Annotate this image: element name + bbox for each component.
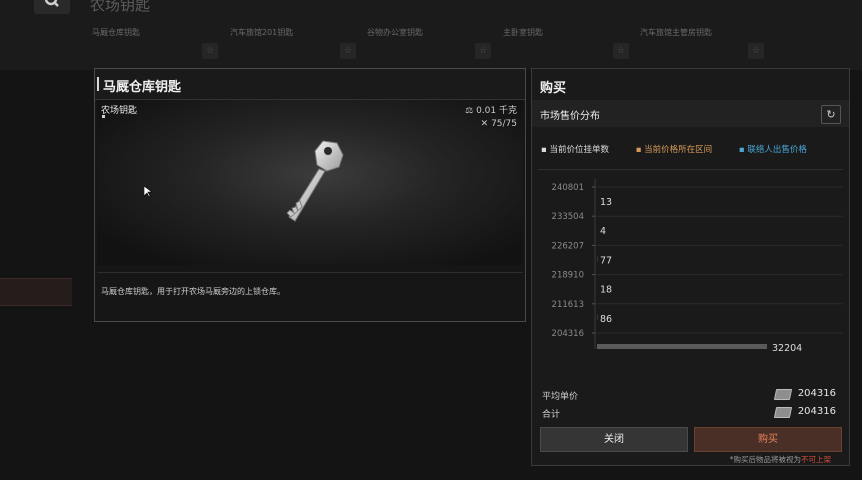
item-header: 马厩仓库钥匙 xyxy=(95,69,525,100)
item-weight: ⚖ 0.01 千克 xyxy=(465,103,517,116)
item-durability: ✕ 75/75 xyxy=(481,119,517,129)
bar-value-label: 4 xyxy=(600,226,606,237)
tick-label: 226207 xyxy=(552,241,584,251)
search-button[interactable] xyxy=(34,0,70,14)
wrench-icon: ✕ xyxy=(480,119,492,129)
notice-highlight: 不可上架 xyxy=(801,455,831,464)
market-title: 市场售价分布 xyxy=(540,111,600,122)
star-icon[interactable]: ☆ xyxy=(475,43,491,59)
bar-value-label: 13 xyxy=(600,197,612,208)
item-preview: 农场钥匙 ⚖ 0.01 千克 ✕ 75/75 xyxy=(97,100,523,265)
sidebar-selected-item[interactable] xyxy=(0,278,72,306)
currency-icon xyxy=(773,407,793,418)
bar-value-label: 32204 xyxy=(772,343,802,354)
durability-value: 75/75 xyxy=(491,119,517,129)
search-icon xyxy=(44,0,59,7)
bar-value-label: 18 xyxy=(600,285,612,296)
category-marker xyxy=(102,115,105,118)
tab-label: 汽车旅馆201钥匙 xyxy=(230,28,294,37)
star-icon[interactable]: ☆ xyxy=(748,43,764,59)
tick-label: 211613 xyxy=(552,300,584,310)
price-distribution-chart: 240801 13 233504 4 226207 77 218910 18 211613 86 2… xyxy=(552,179,843,354)
page-title: 农场钥匙 xyxy=(90,0,151,14)
avg-price-value: 204316 xyxy=(797,388,836,399)
market-header: 市场售价分布 ↻ xyxy=(532,100,849,127)
legend-current-range: ▪ 当前价格所在区间 xyxy=(635,145,713,155)
key-image xyxy=(286,140,344,222)
refresh-button[interactable]: ↻ xyxy=(821,105,841,124)
buy-button[interactable]: 购买 xyxy=(694,427,842,452)
tab-label: 主卧室钥匙 xyxy=(503,28,543,37)
description-area: 马厩仓库钥匙，用于打开农场马厩旁边的上锁仓库。 xyxy=(97,272,523,319)
refresh-icon: ↻ xyxy=(826,108,836,121)
purchase-notice: *购买后物品将被视为不可上架 xyxy=(729,455,831,464)
currency-icon xyxy=(773,389,793,400)
weight-icon: ⚖ xyxy=(465,106,477,116)
bar-value-label: 86 xyxy=(600,314,612,325)
total-value: 204316 xyxy=(797,406,836,417)
legend-listing-count: ▪ 当前价位挂单数 xyxy=(541,145,609,155)
title-marker xyxy=(97,77,99,91)
avg-price-row: 平均单价 204316 xyxy=(532,387,849,405)
tick-label: 204316 xyxy=(552,329,584,339)
item-description: 马厩仓库钥匙，用于打开农场马厩旁边的上锁仓库。 xyxy=(101,287,285,296)
buy-title: 购买 xyxy=(540,81,567,96)
tab-label: 谷物办公室钥匙 xyxy=(367,28,423,37)
tab-label: 马厩仓库钥匙 xyxy=(92,28,140,37)
bar-value-label: 77 xyxy=(600,255,612,266)
total-label: 合计 xyxy=(542,410,561,420)
total-row: 合计 204316 xyxy=(532,405,849,423)
tab-label: 汽车旅馆主管房钥匙 xyxy=(640,28,712,37)
legend-trader-price: ▪ 联络人出售价格 xyxy=(738,145,807,155)
weight-value: 0.01 千克 xyxy=(476,106,517,116)
item-category: 农场钥匙 xyxy=(101,106,138,116)
item-name: 马厩仓库钥匙 xyxy=(103,80,182,95)
item-tab-strip: 马厩仓库钥匙 ☆ 汽车旅馆201钥匙 ☆ 谷物办公室钥匙 ☆ 主卧室钥匙 ☆ 汽… xyxy=(0,26,862,66)
tick-label: 240801 xyxy=(552,183,584,193)
item-detail-panel: 马厩仓库钥匙 农场钥匙 ⚖ 0.01 千克 ✕ 75/75 马厩仓库钥匙，用于打… xyxy=(94,68,526,322)
avg-price-label: 平均单价 xyxy=(542,392,579,402)
tick-label: 233504 xyxy=(552,212,584,222)
close-button[interactable]: 关闭 xyxy=(540,427,688,452)
mouse-cursor xyxy=(144,186,152,198)
star-icon[interactable]: ☆ xyxy=(202,43,218,59)
price-bar xyxy=(597,344,767,349)
buy-panel: 购买 市场售价分布 ↻ ▪ 当前价位挂单数 ▪ 当前价格所在区间 ▪ 联络人出售… xyxy=(531,68,850,466)
star-icon[interactable]: ☆ xyxy=(613,43,629,59)
chart-legend: ▪ 当前价位挂单数 ▪ 当前价格所在区间 ▪ 联络人出售价格 xyxy=(541,143,831,155)
tick-label: 218910 xyxy=(552,271,584,281)
chart-divider xyxy=(538,169,843,170)
star-icon[interactable]: ☆ xyxy=(340,43,356,59)
